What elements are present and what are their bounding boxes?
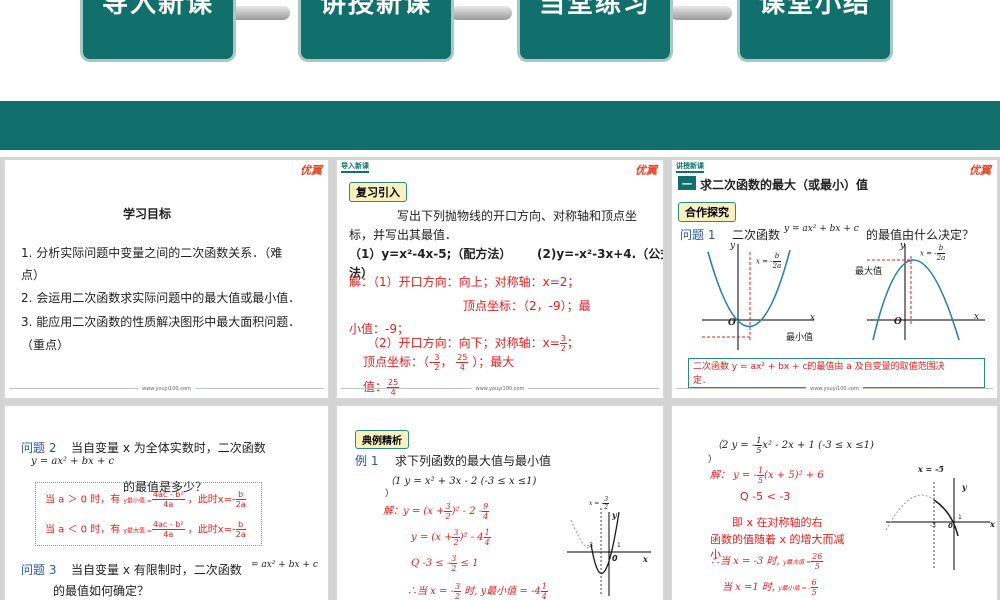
- answer-line: 顶点坐标：（- 3 2， 25 4 ）；最大: [363, 353, 515, 372]
- tick-label: -3: [587, 542, 593, 549]
- example2-graph: [885, 478, 990, 570]
- example-item: （2 y = -1 5x² - 2x + 1 (-3 ≤ x ≤1): [712, 436, 874, 455]
- answer-line: （2）开口方向：向下；对称轴：x= 3 2；: [367, 334, 579, 353]
- slide-max-min[interactable]: 讲授新课 优翼 一 求二次函数的最大（或最小）值 合作探究 问题 1 二次函数 …: [671, 159, 998, 399]
- tab-connector: [450, 6, 512, 20]
- solution-step: 函数的值随着 x 的增大而减: [710, 533, 845, 546]
- goal-line: （重点）: [21, 338, 70, 352]
- case-a-positive: 当 a ＞ 0 时，有 y最小值 = 4ac - b² 4a ，此时x=- b 2a: [45, 490, 246, 509]
- solution-step: 解：y = (x +3 2)² - 2 -94: [383, 502, 490, 521]
- case-a-negative: 当 a ＜ 0 时，有 y最大值 = 4ac - b² 4a ，此时x=- b 2a: [45, 520, 246, 539]
- green-banner: [0, 101, 1000, 150]
- origin-label: O: [894, 317, 902, 327]
- axis-y-label: y: [730, 241, 736, 251]
- example-item: ）: [385, 489, 395, 499]
- website-footer: www.youyi100.com: [5, 386, 328, 392]
- brand-logo: 优翼: [635, 164, 657, 177]
- solution-step: ∴当 x = -32 时, y最小值 = -4 1 4: [407, 582, 548, 600]
- solution-step: 当 x =1 时, y最小值 = -65: [722, 578, 818, 597]
- solution-step: 解： y = -1 5(x + 5)² + 6: [710, 466, 824, 485]
- section-tag: 典例精析: [355, 430, 409, 449]
- goal-line: 点）: [21, 268, 46, 282]
- tab-summary[interactable]: 课堂小结: [737, 0, 893, 62]
- tab-lecture[interactable]: 讲授新课: [298, 0, 454, 62]
- section-header: 导入新课: [341, 161, 369, 173]
- origin-label: O: [728, 318, 736, 328]
- max-value-label: 最大值: [855, 267, 883, 277]
- question-formula: = ax² + bx + c: [251, 560, 318, 570]
- question-text: 的最值由什么决定？: [866, 228, 975, 242]
- axis-y-label: y: [962, 482, 967, 492]
- solution-step: 即 x 在对称轴的右: [732, 516, 823, 529]
- brand-logo: 优翼: [969, 164, 991, 177]
- symmetry-axis-label: x = -5: [918, 464, 944, 474]
- example-text: 求下列函数的最大值与最小值: [395, 454, 552, 468]
- question-formula: y = ax² + bx + c: [31, 456, 115, 467]
- question-formula: y = ax² + bx + c: [784, 224, 859, 234]
- question-text: 二次函数: [732, 228, 781, 242]
- website-footer: www.youyi100.com: [672, 386, 997, 392]
- axis-x-label: x: [990, 519, 995, 529]
- goal-line: 2. 会运用二次函数求实际问题中的最大值或最小值．: [21, 291, 301, 305]
- question-1: （1）y=x²-4x-5;（配方法）: [349, 247, 512, 261]
- tab-intro[interactable]: 导入新课: [80, 0, 236, 62]
- axis-x-label: x: [643, 554, 648, 564]
- tab-connector: [670, 6, 732, 20]
- symmetry-axis-label: x = -32: [589, 496, 610, 511]
- section-title: 求二次函数的最大（或最小）值: [700, 178, 869, 192]
- axis-x-label: x: [974, 312, 980, 322]
- slide-questions[interactable]: 问题 2 当自变量 x 为全体实数时，二次函数 y = ax² + bx + c…: [4, 405, 329, 600]
- tick-label: 1: [958, 514, 962, 521]
- fraction: 25 4: [456, 353, 469, 372]
- tab-connector: [228, 6, 290, 20]
- question-label: 问题 2: [21, 441, 57, 455]
- fraction: 32: [559, 334, 567, 353]
- solution-step: Q -5 < -3: [740, 490, 791, 503]
- section-tag: 复习引入: [349, 182, 407, 202]
- tab-practice[interactable]: 当堂练习: [517, 0, 673, 62]
- axis-y-label: y: [612, 510, 617, 520]
- question-text: 当自变量 x 有限制时，二次函数: [71, 563, 242, 577]
- solution-step: ∴当 x = -3 时, y最大值 = 26 5: [710, 552, 824, 571]
- answer-line: 顶点坐标：（2，-9）；最: [463, 299, 591, 313]
- example1-graph: [567, 508, 651, 596]
- symmetry-axis-label: x = - b 2a: [920, 244, 946, 262]
- axis-y-label: y: [900, 241, 906, 251]
- prompt-text: 写出下列抛物线的开口方向、对称轴和顶点坐: [397, 209, 638, 223]
- prompt-text: 标，并写出其最值．: [349, 228, 458, 242]
- example-item: ）: [708, 455, 718, 465]
- website-footer: www.youyi100.com: [337, 386, 663, 392]
- slide-learning-goals[interactable]: 优翼 学习目标 1. 分析实际问题中变量之间的二次函数关系．（难 点） 2. 会…: [4, 159, 329, 399]
- example-label: 例 1: [355, 454, 379, 468]
- goal-line: 3. 能应用二次函数的性质解决图形中最大面积问题．: [21, 315, 301, 329]
- conclusion-box: 二次函数 y = ax² + bx + c的最值由 a 及自变量的取值范围决 定…: [688, 358, 985, 388]
- question-2: (2)y=-x²-3x+4.（公式: [537, 247, 664, 261]
- conclusion-line: 二次函数 y = ax² + bx + c的最值由 a 及自变量的取值范围决: [693, 362, 945, 372]
- slide-example-2[interactable]: （2 y = -1 5x² - 2x + 1 (-3 ≤ x ≤1) ） 解： y…: [671, 405, 998, 600]
- solution-step: y = (x +3 2)² - 414: [411, 528, 491, 547]
- question-text: 的最值如何确定？: [53, 584, 150, 598]
- question-label: 问题 1: [680, 228, 716, 242]
- section-number-badge: 一: [678, 176, 696, 191]
- section-tag: 合作探究: [678, 202, 736, 222]
- origin-label: 0: [948, 522, 953, 530]
- axis-x-label: x: [810, 313, 816, 323]
- goal-line: 1. 分析实际问题中变量之间的二次函数关系．（难: [21, 246, 283, 260]
- tick-label: 1: [617, 542, 621, 549]
- tick-label: -3: [930, 522, 936, 529]
- min-value-label: 最小值: [786, 333, 814, 343]
- solution-step: Q -3 ≤ -32 ≤ 1: [411, 554, 479, 573]
- slide-title: 学习目标: [123, 207, 172, 221]
- question-label: 问题 3: [21, 563, 57, 577]
- example-item: （1 y = x² + 3x - 2 (-3 ≤ x ≤1): [385, 476, 537, 487]
- slide-review[interactable]: 导入新课 优翼 复习引入 写出下列抛物线的开口方向、对称轴和顶点坐 标，并写出其…: [336, 159, 664, 399]
- question-text: 当自变量 x 为全体实数时，二次函数: [71, 441, 266, 455]
- section-header: 讲授新课: [676, 161, 704, 173]
- slide-example[interactable]: 典例精析 例 1 求下列函数的最大值与最小值 （1 y = x² + 3x - …: [336, 405, 664, 600]
- brand-logo: 优翼: [300, 164, 322, 177]
- symmetry-axis-label: x = - b 2a: [756, 252, 782, 270]
- top-nav: 导入新课 讲授新课 当堂练习 课堂小结: [0, 0, 1000, 95]
- origin-label: 0: [612, 554, 618, 563]
- answer-line: 解：（1）开口方向：向上；对称轴：x=2；: [349, 275, 580, 289]
